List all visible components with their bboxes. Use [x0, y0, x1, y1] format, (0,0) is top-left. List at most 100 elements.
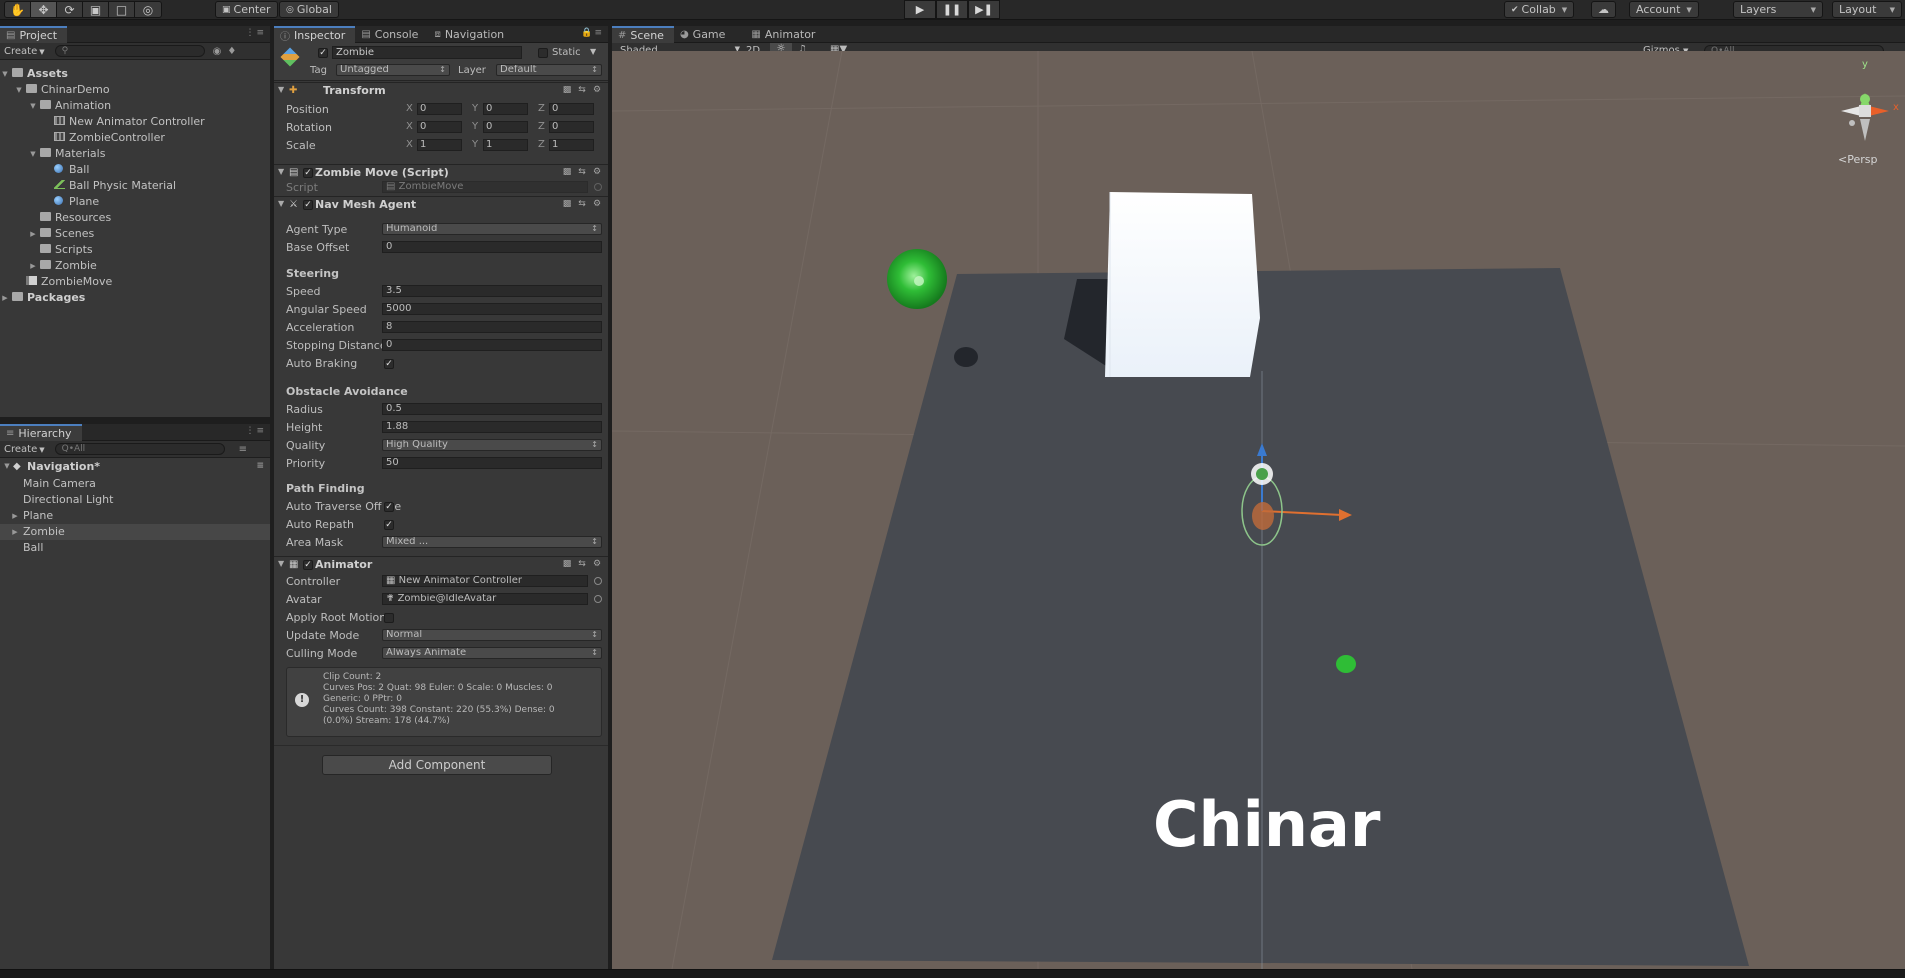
- axis-label[interactable]: X: [406, 139, 413, 150]
- update-mode-dropdown[interactable]: Normal: [382, 629, 602, 641]
- search-input[interactable]: Q•All: [54, 443, 225, 455]
- x-field[interactable]: 1: [417, 139, 462, 151]
- pause-icon[interactable]: ❚❚: [936, 0, 968, 19]
- priority-field[interactable]: 50: [382, 457, 602, 469]
- transform-icon[interactable]: ◎: [135, 2, 161, 17]
- project-item[interactable]: Ball Physic Material: [0, 178, 270, 194]
- y-field[interactable]: 0: [483, 103, 528, 115]
- create-dropdown[interactable]: Create ▼: [4, 444, 45, 455]
- expand-arrow-icon[interactable]: ▼: [0, 66, 10, 82]
- hierarchy-item[interactable]: ▶ Zombie: [0, 524, 270, 540]
- preset-icon[interactable]: ⇆: [577, 199, 587, 209]
- z-field[interactable]: 1: [549, 139, 594, 151]
- controller-field[interactable]: ▦ New Animator Controller: [382, 575, 588, 587]
- label-icon[interactable]: ♦: [227, 46, 236, 57]
- project-item[interactable]: ZombieController: [0, 130, 270, 146]
- preset-icon[interactable]: ⇆: [577, 559, 587, 569]
- project-item[interactable]: Plane: [0, 194, 270, 210]
- tag-dropdown[interactable]: Untagged: [336, 64, 450, 76]
- gear-icon[interactable]: ⚙: [592, 167, 602, 177]
- tab-navigation[interactable]: ⧈ Navigation: [428, 26, 514, 43]
- angular-speed-field[interactable]: 5000: [382, 303, 602, 315]
- axis-label[interactable]: Y: [472, 121, 478, 132]
- z-field[interactable]: 0: [549, 121, 594, 133]
- collapse-arrow-icon[interactable]: ▶: [28, 258, 38, 274]
- stopping-distance-field[interactable]: 0: [382, 339, 602, 351]
- help-icon[interactable]: ▩: [562, 559, 572, 569]
- account-button[interactable]: Account ▼: [1629, 1, 1699, 18]
- collab-button[interactable]: ✔ Collab ▼: [1504, 1, 1575, 18]
- play-icon[interactable]: ▶: [904, 0, 936, 19]
- collapse-arrow-icon[interactable]: ▶: [28, 226, 38, 242]
- step-icon[interactable]: ▶❚: [968, 0, 1000, 19]
- rect-icon[interactable]: □: [109, 2, 135, 17]
- static-dropdown-icon[interactable]: ▼: [590, 47, 596, 56]
- project-item[interactable]: ▼ ChinarDemo: [0, 82, 270, 98]
- gear-icon[interactable]: ⚙: [592, 199, 602, 209]
- tab-game[interactable]: ◕ Game: [674, 26, 735, 43]
- tab-animator[interactable]: ▦ Animator: [745, 26, 825, 43]
- static-checkbox[interactable]: [538, 48, 548, 58]
- axis-label[interactable]: Z: [538, 139, 545, 150]
- tab-scene[interactable]: # Scene: [612, 26, 674, 43]
- expand-arrow-icon[interactable]: ▼: [14, 82, 24, 98]
- animator-header[interactable]: ▼ ▦ ✓ Animator ▩ ⇆ ⚙: [274, 556, 608, 572]
- search-input[interactable]: ⚲: [54, 45, 205, 57]
- fold-arrow-icon[interactable]: ▼: [278, 559, 284, 568]
- tab-console[interactable]: ▤ Console: [355, 26, 428, 43]
- pivot-toggle[interactable]: ▣ Center: [215, 1, 278, 18]
- help-icon[interactable]: ▩: [562, 85, 572, 95]
- transform-header[interactable]: ▼ ✚ Transform ▩ ⇆ ⚙: [274, 82, 608, 98]
- base-offset-field[interactable]: 0: [382, 241, 602, 253]
- component-enabled-checkbox[interactable]: ✓: [303, 200, 313, 210]
- scene-root[interactable]: ▼ ◆ Navigation* ≡: [0, 460, 270, 473]
- space-toggle[interactable]: ◎ Global: [279, 1, 339, 18]
- gear-icon[interactable]: ⚙: [592, 559, 602, 569]
- hierarchy-item[interactable]: Main Camera: [0, 476, 270, 492]
- auto-repath-checkbox[interactable]: ✓: [384, 520, 394, 530]
- hierarchy-item[interactable]: ▶ Plane: [0, 508, 270, 524]
- perspective-label[interactable]: <Persp: [1838, 153, 1877, 166]
- rotate-icon[interactable]: ⟳: [57, 2, 83, 17]
- scene-menu-icon[interactable]: ≡: [256, 460, 264, 473]
- hierarchy-item[interactable]: Directional Light: [0, 492, 270, 508]
- culling-mode-dropdown[interactable]: Always Animate: [382, 647, 602, 659]
- quality-dropdown[interactable]: High Quality: [382, 439, 602, 451]
- tab-project[interactable]: ▤ Project: [0, 26, 68, 43]
- create-dropdown[interactable]: Create ▼: [4, 46, 45, 57]
- object-picker-icon[interactable]: [594, 577, 602, 585]
- collapse-arrow-icon[interactable]: ▶: [0, 290, 10, 306]
- cloud-button[interactable]: ☁: [1591, 1, 1616, 18]
- fold-arrow-icon[interactable]: ▼: [278, 85, 284, 94]
- z-field[interactable]: 0: [549, 103, 594, 115]
- collapse-arrow-icon[interactable]: ▶: [10, 524, 20, 540]
- tab-hierarchy[interactable]: ≡ Hierarchy: [0, 424, 82, 441]
- axis-label[interactable]: Z: [538, 103, 545, 114]
- project-item[interactable]: Ball: [0, 162, 270, 178]
- active-checkbox[interactable]: ✓: [318, 48, 328, 58]
- object-name-field[interactable]: Zombie: [332, 46, 522, 59]
- help-icon[interactable]: ▩: [562, 199, 572, 209]
- speed-field[interactable]: 3.5: [382, 285, 602, 297]
- move-icon[interactable]: ✥: [31, 2, 57, 17]
- radius-field[interactable]: 0.5: [382, 403, 602, 415]
- axis-label[interactable]: Z: [538, 121, 545, 132]
- project-item[interactable]: ▶ Scenes: [0, 226, 270, 242]
- project-item[interactable]: ▼ Assets: [0, 66, 270, 82]
- scene-viewport[interactable]: y x <Persp Chinar: [612, 51, 1905, 969]
- zombie-move-header[interactable]: ▼ ▤ ✓ Zombie Move (Script) ▩ ⇆ ⚙: [274, 164, 608, 180]
- preset-icon[interactable]: ⇆: [577, 167, 587, 177]
- project-item[interactable]: Scripts: [0, 242, 270, 258]
- component-enabled-checkbox[interactable]: ✓: [303, 168, 313, 178]
- nav-mesh-agent-header[interactable]: ▼ ⚔ ✓ Nav Mesh Agent ▩ ⇆ ⚙: [274, 196, 608, 212]
- add-component-button[interactable]: Add Component: [322, 755, 552, 775]
- project-item[interactable]: ▶ Zombie: [0, 258, 270, 274]
- acceleration-field[interactable]: 8: [382, 321, 602, 333]
- agent-type-dropdown[interactable]: Humanoid: [382, 223, 602, 235]
- hierarchy-item[interactable]: Ball: [0, 540, 270, 556]
- x-field[interactable]: 0: [417, 103, 462, 115]
- expand-arrow-icon[interactable]: ▼: [28, 146, 38, 162]
- layout-button[interactable]: Layout ▼: [1832, 1, 1902, 18]
- auto-traverse-checkbox[interactable]: ✓: [384, 502, 394, 512]
- apply-root-motion-checkbox[interactable]: [384, 613, 394, 623]
